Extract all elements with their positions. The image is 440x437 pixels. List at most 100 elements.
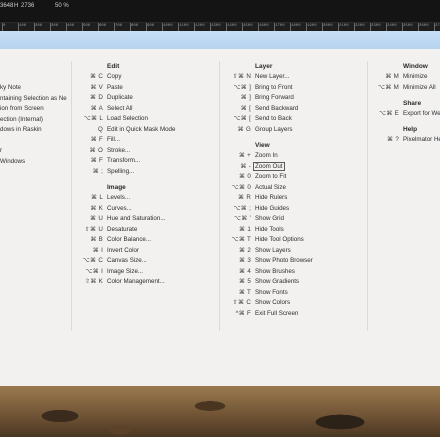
shortcut-label: Exit Full Screen [255, 309, 299, 317]
shortcut-row: r [0, 147, 3, 154]
ruler-label: 2300 [371, 24, 381, 28]
shortcut-keys: ⌘ L [91, 194, 103, 201]
ruler-label: 1100 [179, 24, 189, 28]
shortcut-label: Minimize All [403, 83, 436, 91]
shortcut-row: ntaining Selection as Ne [0, 94, 67, 102]
ruler-label: 300 [51, 24, 59, 28]
shortcut-keys: Q [97, 125, 103, 133]
shortcut-label: Hide Tool Options [255, 236, 304, 243]
shortcut-row: ection (Internal) [0, 115, 43, 123]
section-title-window: Window [403, 63, 428, 70]
shortcut-label: Show Colors [255, 299, 291, 306]
ruler-label: 1000 [163, 24, 173, 28]
shortcut-keys: ⇧⌘ U [84, 225, 103, 233]
canvas-image-bottom [0, 386, 440, 437]
shortcut-label: Hide Tools [255, 225, 284, 233]
shortcut-keys: ⌥⌘ M [378, 83, 399, 91]
column-divider [71, 61, 72, 331]
shortcut-keys: ⌥⌘ I [85, 267, 103, 275]
shortcut-label: Desaturate [107, 225, 138, 233]
zoom-level[interactable]: 50 % [55, 3, 69, 9]
shortcut-keys: ⌥⌘ ' [233, 215, 251, 222]
section-title-help: Help [403, 126, 418, 133]
shortcut-keys: ⌘ 4 [239, 267, 251, 275]
ruler-label: 2500 [403, 24, 413, 28]
shortcut-label: Image Size... [107, 267, 144, 275]
shortcut-row: ky Note [0, 84, 21, 91]
ruler-label: 1700 [275, 24, 285, 28]
shortcut-keys: ⌘ R [238, 194, 251, 201]
shortcut-keys: ⌘ O [89, 146, 103, 154]
shortcut-label: Invert Color [107, 246, 139, 254]
shortcut-keys: ⌥⌘ L [83, 115, 103, 122]
shortcut-label: Edit in Quick Mask Mode [107, 125, 176, 133]
shortcut-label: Fill... [107, 136, 121, 143]
ruler-label: 0 [3, 24, 6, 28]
shortcut-keys: ^⌘ F [235, 309, 251, 317]
ruler-label: 2200 [355, 24, 365, 28]
height-label: H [14, 3, 19, 9]
shortcut-keys: ⌥⌘ 0 [231, 183, 251, 191]
shortcut-keys: ⌘ B [90, 236, 103, 243]
column-divider [219, 61, 220, 331]
shortcut-keys: ⌘ K [90, 204, 103, 212]
section-title-share: Share [403, 100, 422, 107]
shortcut-label: Show Gradients [255, 278, 300, 285]
ruler-label: 2400 [387, 24, 397, 28]
shortcut-keys: ⌘ V [90, 83, 103, 91]
ruler-label: 800 [131, 24, 139, 28]
ruler-label: 2000 [323, 24, 333, 28]
shortcut-label: Show Photo Browser [255, 257, 313, 264]
shortcut-keys: ⌘ ? [387, 136, 399, 143]
ruler-label: 1500 [243, 24, 253, 28]
canvas-image-top [0, 31, 440, 49]
shortcut-label: Zoom Out [253, 161, 285, 171]
shortcut-label: Canvas Size... [107, 257, 147, 264]
shortcut-keys: ⌘ - [240, 162, 251, 170]
shortcut-keys: ⇧⌘ K [84, 278, 103, 285]
shortcut-keys: ⌘ I [92, 246, 103, 254]
section-title-edit: Edit [107, 63, 120, 70]
section-title-layer: Layer [255, 63, 273, 70]
ruler-label: 500 [83, 24, 91, 28]
ruler-label: 900 [147, 24, 155, 28]
shortcut-keys: ⌥⌘ ; [233, 204, 251, 212]
shortcut-keys: ⌘ F [90, 136, 103, 143]
shortcut-label: New Layer... [255, 73, 290, 80]
ruler-label: 1400 [227, 24, 237, 28]
shortcut-row: Windows [0, 157, 26, 165]
ruler-label: 1300 [211, 24, 221, 28]
shortcut-label: Group Layers [255, 125, 293, 133]
shortcut-row: ion from Screen [0, 105, 44, 112]
ruler-label: 1600 [259, 24, 269, 28]
shortcut-label: Send Backward [255, 104, 299, 112]
shortcut-label: Bring Forward [255, 94, 294, 101]
shortcut-label: Color Management... [107, 278, 165, 285]
ruler-label: 200 [35, 24, 43, 28]
ruler-label: 1900 [307, 24, 317, 28]
ruler-label: 2100 [339, 24, 349, 28]
shortcut-keys: ⌘ M [385, 73, 399, 80]
section-title-view: View [255, 142, 270, 149]
shortcut-label: Hue and Saturation... [107, 215, 166, 222]
shortcut-keys: ⌥⌘ ] [233, 83, 251, 91]
shortcut-keys: ⇧⌘ C [232, 299, 251, 306]
shortcut-keys: ⌘ + [238, 152, 251, 159]
height-value: 2736 [21, 3, 35, 9]
shortcut-keys: ⌘ 2 [239, 246, 251, 254]
ruler-label: 100 [19, 24, 27, 28]
ruler-label: 600 [99, 24, 107, 28]
shortcut-keys: ⌘ T [238, 288, 251, 296]
shortcut-label: Levels... [107, 194, 131, 201]
ruler-label: 700 [115, 24, 123, 28]
shortcut-keys: ⌘ 0 [239, 173, 251, 180]
shortcut-keys: ⌘ 3 [239, 257, 251, 264]
shortcut-label: Show Grid [255, 215, 284, 222]
shortcut-label: Duplicate [107, 94, 133, 101]
shortcut-row: dows in Raskin [0, 126, 42, 133]
shortcut-label: Hide Rulers [255, 194, 288, 201]
shortcut-label: Hide Guides [255, 204, 290, 212]
shortcut-label: Copy [107, 73, 122, 80]
shortcut-label: Minimize [403, 73, 428, 80]
shortcut-label: Load Selection [107, 115, 148, 122]
